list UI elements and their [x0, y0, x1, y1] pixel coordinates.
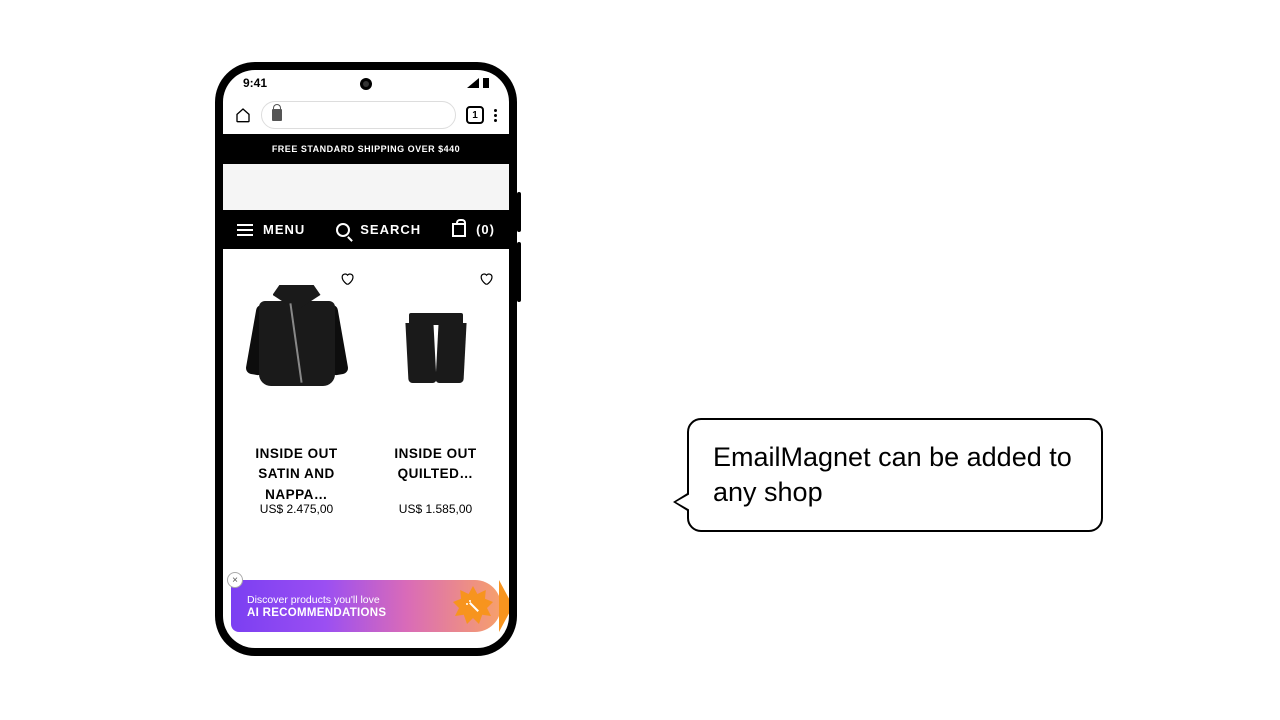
phone-screen: 9:41 1 FREE STANDARD SHIPPING OVER $440 …: [223, 70, 509, 648]
cart-count: (0): [476, 222, 495, 237]
status-bar: 9:41: [223, 70, 509, 96]
ai-recommendations-widget[interactable]: × Discover products you'll love AI RECOM…: [231, 580, 501, 632]
shorts-illustration: [405, 313, 467, 393]
widget-text: Discover products you'll love AI RECOMME…: [247, 594, 453, 619]
magic-wand-icon: [466, 599, 480, 613]
shop-navbar: MENU SEARCH (0): [223, 210, 509, 249]
product-card[interactable]: INSIDE OUT SATIN AND NAPPA… US$ 2.475,00: [229, 265, 364, 516]
product-title: INSIDE OUT SATIN AND NAPPA…: [229, 444, 364, 484]
widget-subtitle: Discover products you'll love: [247, 594, 453, 606]
widget-close-button[interactable]: ×: [227, 572, 243, 588]
phone-side-button: [517, 242, 521, 302]
cart-button[interactable]: (0): [452, 222, 495, 237]
lock-icon: [272, 109, 282, 121]
phone-side-button: [517, 192, 521, 232]
battery-icon: [483, 78, 489, 88]
search-button[interactable]: SEARCH: [336, 222, 421, 237]
wishlist-button[interactable]: [477, 271, 495, 287]
widget-title: AI RECOMMENDATIONS: [247, 607, 453, 619]
browser-bar: 1: [223, 96, 509, 134]
status-icons: [467, 78, 489, 88]
product-card[interactable]: INSIDE OUT QUILTED… US$ 1.585,00: [368, 265, 503, 516]
tab-count-button[interactable]: 1: [466, 106, 484, 124]
jacket-illustration: [251, 283, 343, 403]
home-icon[interactable]: [235, 107, 251, 123]
product-image: [229, 265, 364, 420]
search-icon: [336, 223, 350, 237]
more-icon[interactable]: [494, 109, 497, 122]
product-grid: INSIDE OUT SATIN AND NAPPA… US$ 2.475,00…: [223, 249, 509, 516]
menu-button[interactable]: MENU: [237, 222, 305, 237]
product-image: [368, 265, 503, 420]
callout-text: EmailMagnet can be added to any shop: [713, 442, 1072, 507]
widget-arrow-icon: [499, 580, 509, 632]
shipping-banner: FREE STANDARD SHIPPING OVER $440: [223, 134, 509, 164]
product-title: INSIDE OUT QUILTED…: [368, 444, 503, 484]
status-time: 9:41: [243, 76, 267, 90]
phone-frame: 9:41 1 FREE STANDARD SHIPPING OVER $440 …: [215, 62, 517, 656]
menu-label: MENU: [263, 222, 305, 237]
camera-cutout: [360, 78, 372, 90]
widget-action-button[interactable]: [453, 586, 493, 626]
callout-tail-icon: [673, 492, 689, 512]
url-bar[interactable]: [261, 101, 456, 129]
signal-icon: [467, 78, 479, 88]
search-label: SEARCH: [360, 222, 421, 237]
product-price: US$ 2.475,00: [229, 502, 364, 516]
bag-icon: [452, 223, 466, 237]
hamburger-icon: [237, 224, 253, 236]
header-spacer: [223, 164, 509, 210]
heart-icon: [477, 271, 495, 287]
speech-callout: EmailMagnet can be added to any shop: [687, 418, 1103, 532]
product-price: US$ 1.585,00: [368, 502, 503, 516]
